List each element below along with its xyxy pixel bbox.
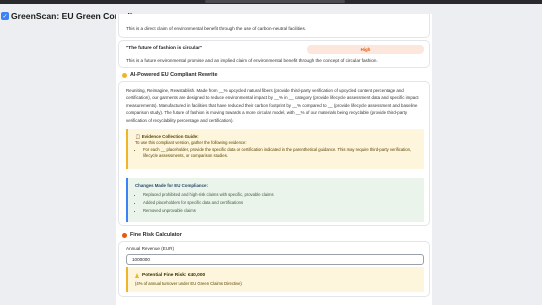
list-item: Added placeholders for specific data and…	[143, 199, 274, 207]
severity-badge: High	[307, 45, 424, 54]
address-pill	[205, 0, 345, 3]
rewrite-text: Reuniting, Reimagine, Rewstablish. Made …	[126, 88, 419, 123]
browser-top-bar	[0, 0, 542, 4]
sparkle-icon	[122, 72, 127, 78]
fine-heading: Fine Risk Calculator	[122, 232, 182, 238]
evidence-guide-list: For each __ placeholder, provide the spe…	[135, 147, 421, 159]
fine-risk-box: Potential Fine Risk: €40,000 (4% of annu…	[126, 267, 424, 292]
claim-top-description: This is a direct claim of environmental …	[126, 26, 307, 31]
fine-risk-title: Potential Fine Risk: €40,000	[135, 273, 205, 278]
app-logo-icon: ✓	[1, 12, 9, 20]
revenue-label: Annual Revenue (EUR)	[126, 246, 175, 251]
evidence-guide-subheading: To use this compliant version, gather th…	[135, 140, 247, 145]
fine-risk-subtitle: (4% of annual turnover under EU Green Cl…	[135, 281, 242, 286]
claim-quote: "The future of fashion is circular"	[126, 46, 203, 51]
claim-description: This is a future environmental promise a…	[126, 58, 378, 63]
evidence-guide-box: 📋 Evidence Collection Guide: To use this…	[126, 129, 424, 169]
fine-heading-label: Fine Risk Calculator	[130, 232, 182, 238]
evidence-guide-heading-label: Evidence Collection Guide:	[141, 134, 199, 139]
list-item: Replaced prohibited and high-risk claims…	[143, 191, 274, 199]
list-item: Removed unprovable claims	[143, 207, 274, 215]
fine-risk-title-label: Potential Fine Risk: €40,000	[142, 273, 206, 278]
warning-icon	[135, 273, 139, 278]
rewrite-heading-label: AI-Powered EU Compliant Rewrite	[130, 72, 218, 78]
clipboard-icon: 📋	[135, 134, 142, 139]
calculator-icon	[122, 232, 127, 238]
rewrite-heading: AI-Powered EU Compliant Rewrite	[122, 72, 217, 78]
revenue-input[interactable]: 1000000	[126, 254, 424, 265]
changes-box: Changes Made for EU Compliance: Replaced…	[126, 178, 424, 222]
list-item: For each __ placeholder, provide the spe…	[143, 147, 421, 159]
changes-heading: Changes Made for EU Compliance:	[135, 183, 208, 188]
changes-list: Replaced prohibited and high-risk claims…	[135, 191, 274, 215]
